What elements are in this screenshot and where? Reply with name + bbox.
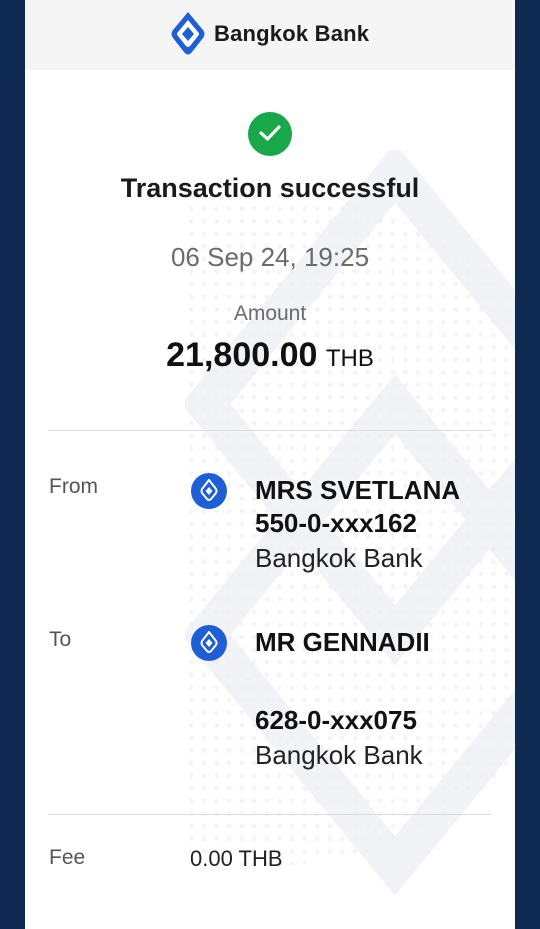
- transaction-datetime: 06 Sep 24, 19:25: [170, 242, 370, 272]
- divider: [48, 814, 491, 815]
- status-title: Transaction successful: [120, 173, 420, 203]
- amount-currency: THB: [325, 345, 374, 372]
- to-bank: Bangkok Bank: [255, 740, 423, 770]
- fee-label: Fee: [49, 846, 86, 869]
- to-account-block: 628-0-xxx075 Bangkok Bank: [255, 704, 423, 773]
- bangkok-bank-icon: [191, 625, 227, 661]
- bangkok-bank-icon: [191, 473, 227, 509]
- brand-name: Bangkok Bank: [214, 21, 370, 46]
- to-name: MR GENNADII: [255, 627, 430, 657]
- bangkok-bank-logo-icon: [171, 12, 205, 55]
- amount-label: Amount: [233, 302, 307, 325]
- from-account: 550-0-xxx162: [255, 508, 417, 538]
- amount-value: 21,800.00: [166, 336, 318, 374]
- from-bank: Bangkok Bank: [255, 543, 423, 573]
- to-label: To: [49, 628, 72, 651]
- from-name: MRS SVETLANA: [255, 475, 461, 505]
- receipt-card: Bangkok Bank Transaction successful 06 S…: [25, 0, 515, 929]
- from-label: From: [49, 475, 98, 498]
- to-account: 628-0-xxx075: [255, 705, 417, 735]
- screen: Bangkok Bank Transaction successful 06 S…: [0, 0, 540, 929]
- to-party: MR GENNADII: [255, 626, 430, 659]
- amount-row: 21,800.00 THB: [25, 336, 515, 375]
- check-circle-icon: [248, 112, 292, 156]
- brand: Bangkok Bank: [170, 10, 369, 58]
- divider: [48, 430, 491, 431]
- fee-value: 0.00 THB: [190, 846, 283, 871]
- from-party: MRS SVETLANA 550-0-xxx162 Bangkok Bank: [255, 474, 460, 576]
- app-header: Bangkok Bank: [25, 0, 515, 70]
